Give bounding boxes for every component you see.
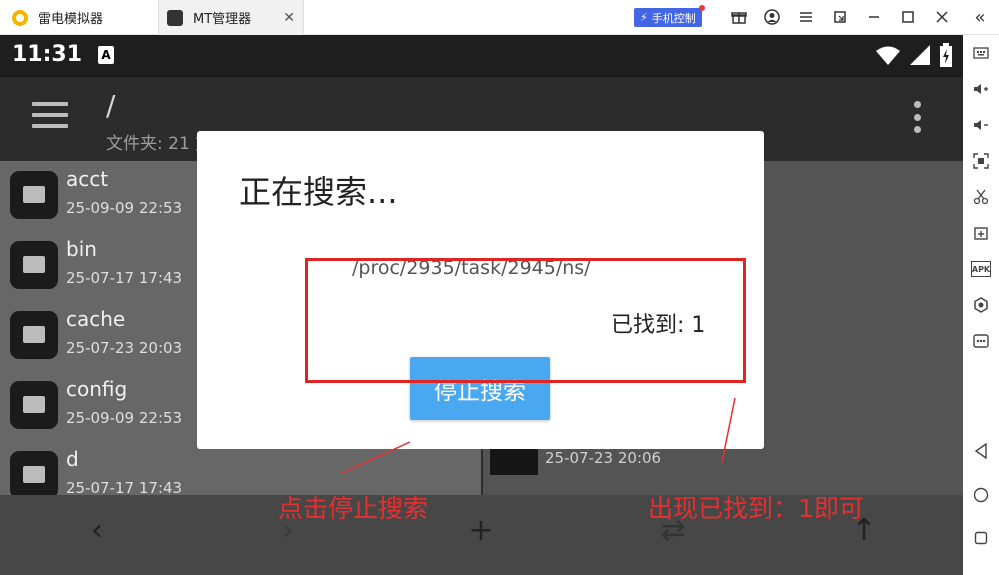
emulator-sidebar: APK [963, 35, 999, 575]
annotation-click-stop: 点击停止搜索 [278, 494, 429, 523]
file-name: config [66, 377, 128, 401]
folder-icon [10, 171, 58, 219]
volume-up-icon[interactable] [971, 79, 991, 99]
phone-control-label: 手机控制 [651, 11, 696, 25]
add-button[interactable]: + [451, 505, 511, 555]
screenshot-icon[interactable] [971, 151, 991, 171]
notification-dot [698, 5, 705, 11]
current-path: / [106, 89, 116, 122]
file-date: 25-07-17 17:43 [66, 269, 183, 287]
tab-ldplayer[interactable]: 雷电模拟器 [0, 0, 155, 35]
scissors-icon[interactable] [971, 187, 991, 207]
user-icon[interactable] [762, 7, 782, 27]
hamburger-menu-icon[interactable] [32, 102, 68, 128]
tab-close-icon[interactable]: ✕ [283, 10, 295, 26]
gift-icon[interactable] [729, 7, 749, 27]
back-button[interactable]: ‹ [67, 505, 127, 555]
mt-manager-logo-icon [167, 9, 183, 26]
phone-control-button[interactable]: ⚡ 手机控制 [634, 5, 705, 27]
wifi-icon [876, 46, 900, 65]
more-icon[interactable] [971, 331, 991, 351]
tab-label: 雷电模拟器 [38, 12, 104, 27]
emulator-title-bar: 雷电模拟器 MT管理器 ✕ ⚡ 手机控制 « [0, 0, 999, 35]
file-name: d [66, 447, 79, 471]
file-date: 25-09-09 22:53 [66, 409, 183, 427]
clock: 11:31 [12, 42, 83, 67]
folder-icon [10, 241, 58, 289]
overflow-menu-icon[interactable] [914, 101, 922, 133]
dialog-title: 正在搜索... [239, 173, 398, 211]
status-bar: 11:31 A [0, 35, 963, 77]
file-thumbnail [490, 445, 538, 475]
menu-icon[interactable] [796, 7, 816, 27]
file-name: cache [66, 307, 126, 331]
file-name: acct [66, 167, 109, 191]
collapse-sidebar-icon[interactable]: « [970, 7, 990, 28]
annotation-found-one: 出现已找到：1即可 [648, 494, 864, 523]
apk-icon[interactable]: APK [971, 261, 991, 277]
file-name: bin [66, 237, 97, 261]
folder-icon [10, 381, 58, 429]
keyboard-icon[interactable] [971, 43, 991, 63]
system-icons [875, 43, 953, 67]
back-nav-icon[interactable] [971, 441, 991, 461]
settings-icon[interactable] [971, 295, 991, 315]
folder-icon [10, 311, 58, 359]
volume-down-icon[interactable] [971, 115, 991, 135]
tab-label: MT管理器 [193, 12, 252, 27]
signal-icon [910, 45, 930, 65]
app-notification-icon: A [98, 46, 114, 64]
folder-icon [10, 451, 58, 499]
add-window-icon[interactable] [971, 223, 991, 243]
maximize-icon[interactable] [898, 7, 918, 27]
lightning-icon: ⚡ [640, 11, 648, 24]
ldplayer-logo-icon [12, 9, 28, 26]
recents-nav-icon[interactable] [971, 528, 991, 548]
tab-mt-manager[interactable]: MT管理器 ✕ [158, 0, 304, 35]
file-date: 25-09-09 22:53 [66, 199, 183, 217]
file-date: 25-07-23 20:06 [545, 449, 662, 467]
file-date: 25-07-23 20:03 [66, 339, 183, 357]
battery-icon [940, 43, 952, 67]
highlight-box [305, 258, 746, 383]
home-nav-icon[interactable] [971, 485, 991, 505]
restore-icon[interactable] [830, 7, 850, 27]
close-icon[interactable] [932, 7, 952, 27]
minimize-icon[interactable] [864, 7, 884, 27]
